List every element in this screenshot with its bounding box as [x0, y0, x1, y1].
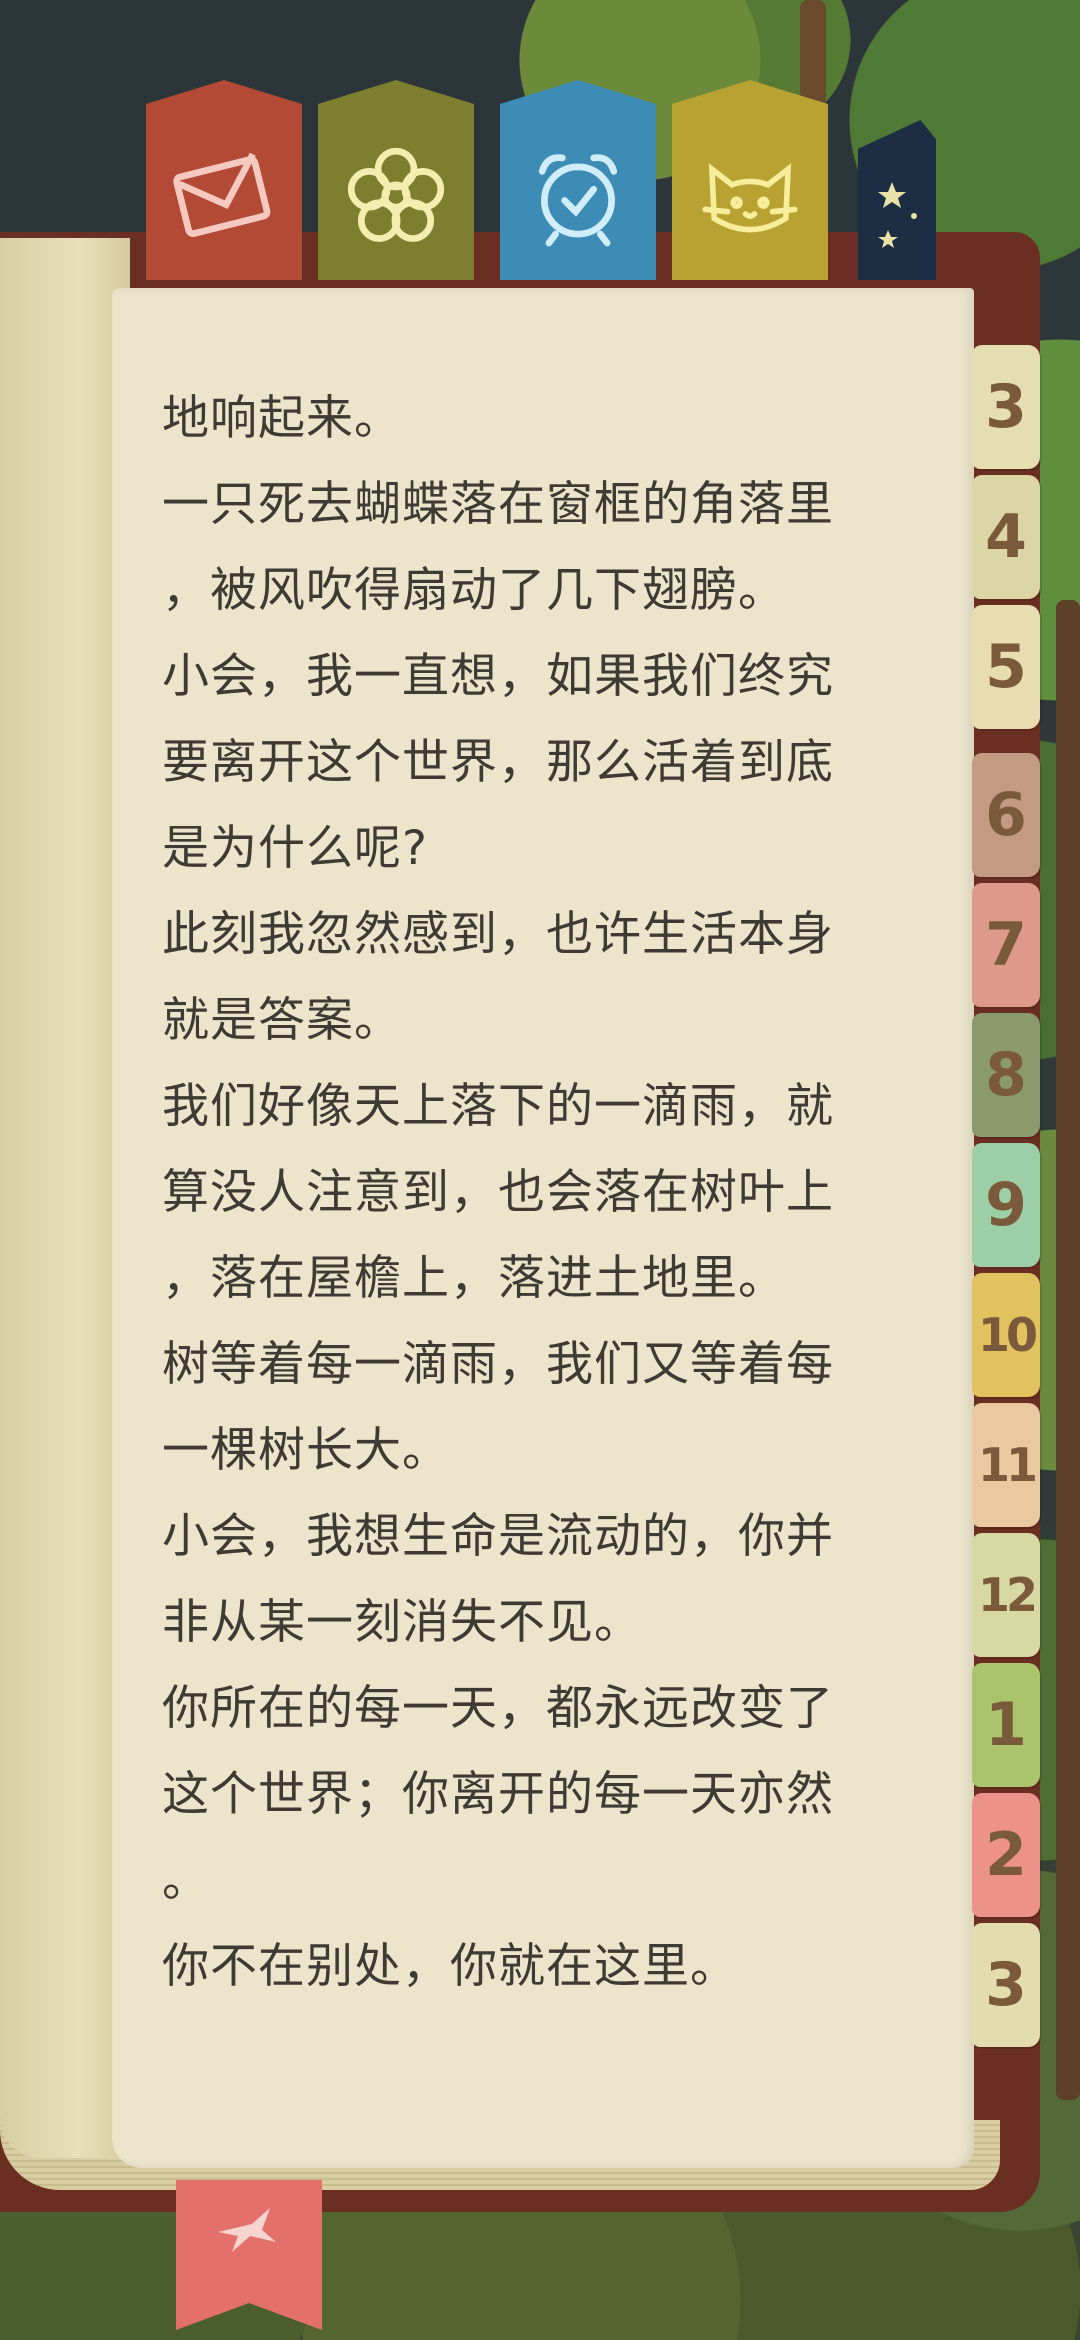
ribbon-envelope[interactable]: [146, 80, 302, 280]
text-line: ，落在屋檐上，落进土地里。: [162, 1251, 786, 1306]
chapter-tab-label: 10: [977, 1308, 1038, 1362]
chapter-tab-label: 7: [985, 910, 1027, 980]
text-line: 一棵树长大。: [162, 1423, 450, 1478]
ribbon-alarm-clock[interactable]: [500, 80, 656, 280]
chapter-tab[interactable]: 2: [972, 1793, 1040, 1917]
text-line: 是为什么呢?: [162, 821, 428, 876]
chapter-tab-label: 11: [977, 1438, 1038, 1492]
chapter-tab-label: 6: [985, 780, 1027, 850]
bird-icon: [218, 2208, 276, 2252]
text-line: ，被风吹得扇动了几下翅膀。: [162, 563, 786, 618]
text-line: 我们好像天上落下的一滴雨，就: [162, 1079, 834, 1134]
left-page: [0, 238, 130, 2158]
chapter-tab[interactable]: 9: [972, 1143, 1040, 1267]
chapter-tab[interactable]: 8: [972, 1013, 1040, 1137]
text-line: 要离开这个世界，那么活着到底: [162, 735, 834, 790]
text-line: 小会，我想生命是流动的，你并: [162, 1509, 834, 1564]
story-text: 地响起来。 一只死去蝴蝶落在窗框的角落里 ，被风吹得扇动了几下翅膀。 小会，我一…: [162, 376, 902, 2010]
chapter-tab-label: 1: [985, 1690, 1027, 1760]
ribbon-stars[interactable]: [858, 120, 936, 280]
tree-trunk: [1056, 600, 1080, 2100]
text-line: 地响起来。: [162, 391, 402, 446]
chapter-tab-label: 2: [985, 1820, 1027, 1890]
chapter-tab-label: 5: [985, 632, 1027, 702]
text-line: 就是答案。: [162, 993, 402, 1048]
chapter-tab[interactable]: 11: [972, 1403, 1040, 1527]
chapter-tab[interactable]: 5: [972, 605, 1040, 729]
chapter-tabs: 3 4 5 6 7 8 9 10 11 12 1 2 3: [972, 345, 1046, 2053]
stars-icon: [878, 182, 917, 248]
text-line: 算没人注意到，也会落在树叶上: [162, 1165, 834, 1220]
text-line: 一只死去蝴蝶落在窗框的角落里: [162, 477, 834, 532]
chapter-tab-label: 4: [985, 502, 1027, 572]
chapter-tab[interactable]: 3: [972, 1923, 1040, 2047]
chapter-tab[interactable]: 10: [972, 1273, 1040, 1397]
text-line: 。: [162, 1853, 210, 1908]
chapter-tab-label: 3: [985, 372, 1027, 442]
ribbon-flower[interactable]: [318, 80, 474, 280]
text-line: 你不在别处，你就在这里。: [162, 1939, 738, 1994]
chapter-tab[interactable]: 4: [972, 475, 1040, 599]
chapter-tab-label: 8: [985, 1040, 1027, 1110]
envelope-icon: [173, 152, 271, 237]
chapter-tab-label: 9: [985, 1170, 1027, 1240]
text-line: 你所在的每一天，都永远改变了: [162, 1681, 834, 1736]
chapter-tab[interactable]: 1: [972, 1663, 1040, 1787]
text-line: 树等着每一滴雨，我们又等着每: [162, 1337, 834, 1392]
chapter-tab-label: 12: [977, 1568, 1038, 1622]
chapter-tab-label: 3: [985, 1950, 1027, 2020]
text-line: 小会，我一直想，如果我们终究: [162, 649, 834, 704]
flower-icon: [347, 147, 445, 242]
chapter-tab[interactable]: 3: [972, 345, 1040, 469]
alarm-clock-icon: [538, 154, 618, 247]
text-line: 此刻我忽然感到，也许生活本身: [162, 907, 834, 962]
chapter-tab[interactable]: 6: [972, 753, 1040, 877]
cat-icon: [702, 163, 798, 233]
text-line: 非从某一刻消失不见。: [162, 1595, 642, 1650]
text-line: 这个世界；你离开的每一天亦然: [162, 1767, 834, 1822]
chapter-tab[interactable]: 7: [972, 883, 1040, 1007]
chapter-tab[interactable]: 12: [972, 1533, 1040, 1657]
ribbon-cat[interactable]: [672, 80, 828, 280]
